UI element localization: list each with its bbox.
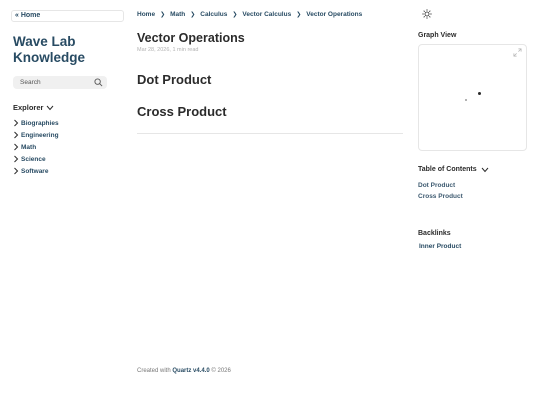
tree-item-label: Math [21,143,37,151]
toc-title: Table of Contents [418,166,477,173]
expand-icon[interactable] [513,48,522,57]
breadcrumb-separator: ❯ [232,12,238,18]
chevron-right-icon [14,155,19,163]
tree-item-label: Software [21,167,49,175]
graph-view-title: Graph View [418,32,457,39]
footer-brand-link[interactable]: Quartz v4.4.0 [172,368,209,374]
tree-item-label: Biographies [21,119,59,127]
tree-item-math[interactable]: Math [13,141,59,153]
graph-node-current[interactable] [478,92,481,95]
tree-item-label: Engineering [21,131,59,139]
tree-item-biographies[interactable]: Biographies [13,117,59,129]
tree-item-engineering[interactable]: Engineering [13,129,59,141]
footer-prefix: Created with [137,368,171,374]
breadcrumb: Home ❯ Math ❯ Calculus ❯ Vector Calculus… [137,11,362,18]
chevron-right-icon [14,167,19,175]
toc-list: Dot Product Cross Product [418,180,463,202]
explorer-tree: Biographies Engineering Math Science Sof… [13,117,59,177]
search-box[interactable]: Search [13,76,107,89]
backlinks-title: Backlinks [418,230,451,237]
page-meta: Mar 28, 2026, 1 min read [137,47,199,53]
page-title: Vector Operations [137,31,245,45]
tree-item-software[interactable]: Software [13,165,59,177]
breadcrumb-vector-calculus[interactable]: Vector Calculus [242,11,291,18]
breadcrumb-current[interactable]: Vector Operations [306,11,362,18]
backlink-inner-product[interactable]: Inner Product [419,243,461,250]
search-icon [94,78,103,87]
search-placeholder: Search [20,79,41,86]
breadcrumb-separator: ❯ [160,12,166,18]
breadcrumb-separator: ❯ [296,12,302,18]
sun-icon[interactable] [422,9,432,19]
explorer-title: Explorer [13,103,44,112]
chevron-right-icon [14,143,19,151]
chevron-down-icon [481,167,488,172]
graph-node[interactable] [465,99,467,101]
toc-item-cross-product[interactable]: Cross Product [418,191,463,202]
heading-dot-product: Dot Product [137,72,212,87]
breadcrumb-separator: ❯ [190,12,196,18]
graph-view[interactable] [418,44,527,151]
explorer-toggle[interactable]: Explorer [13,103,54,112]
chevron-down-icon [47,105,54,110]
toc-toggle[interactable]: Table of Contents [418,166,489,173]
breadcrumb-calculus[interactable]: Calculus [200,11,227,18]
toc-item-dot-product[interactable]: Dot Product [418,180,463,191]
home-link[interactable]: « Home [11,10,124,22]
chevron-right-icon [14,131,19,139]
footer-copyright: © 2026 [211,368,231,374]
tree-item-science[interactable]: Science [13,153,59,165]
site-title[interactable]: Wave Lab Knowledge [13,34,123,66]
breadcrumb-math[interactable]: Math [170,11,185,18]
footer: Created with Quartz v4.4.0 © 2026 [137,368,231,374]
breadcrumb-home[interactable]: Home [137,11,155,18]
tree-item-label: Science [21,155,46,163]
heading-cross-product: Cross Product [137,104,227,119]
content-divider [137,133,403,134]
chevron-right-icon [14,119,19,127]
